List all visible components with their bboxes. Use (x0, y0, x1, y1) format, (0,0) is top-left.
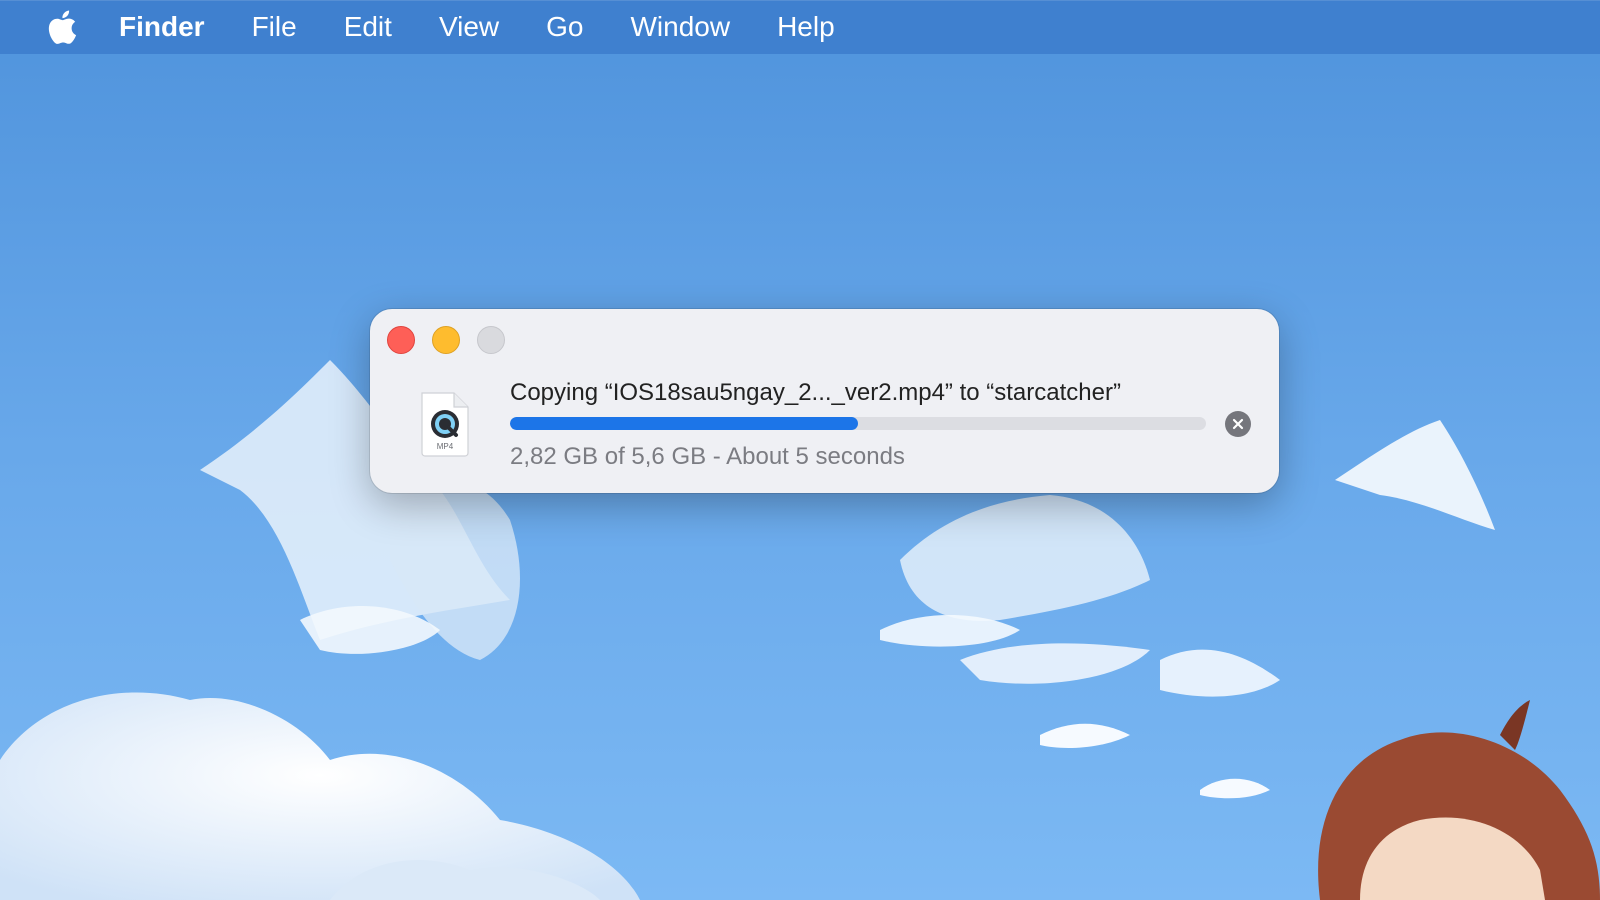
file-type-label: MP4 (437, 442, 454, 451)
menu-finder[interactable]: Finder (119, 0, 205, 54)
menu-help[interactable]: Help (777, 0, 835, 54)
menu-edit[interactable]: Edit (344, 0, 392, 54)
menu-go[interactable]: Go (546, 0, 583, 54)
menu-bar: Finder File Edit View Go Window Help (0, 0, 1600, 54)
close-icon[interactable] (387, 326, 415, 354)
copy-title: Copying “IOS18sau5ngay_2..._ver2.mp4” to… (510, 379, 1121, 406)
mp4-file-icon: MP4 (418, 391, 470, 457)
menu-window[interactable]: Window (630, 0, 730, 54)
progress-bar (510, 417, 1206, 430)
copy-progress-dialog: MP4 Copying “IOS18sau5ngay_2..._ver2.mp4… (370, 309, 1279, 493)
progress-bar-fill (510, 417, 858, 430)
copy-status: 2,82 GB of 5,6 GB - About 5 seconds (510, 443, 905, 470)
apple-logo-icon[interactable] (43, 8, 81, 46)
menu-file[interactable]: File (252, 0, 297, 54)
menu-view[interactable]: View (439, 0, 499, 54)
close-circle-icon[interactable] (1225, 411, 1251, 437)
zoom-icon (477, 326, 505, 354)
minimize-icon[interactable] (432, 326, 460, 354)
